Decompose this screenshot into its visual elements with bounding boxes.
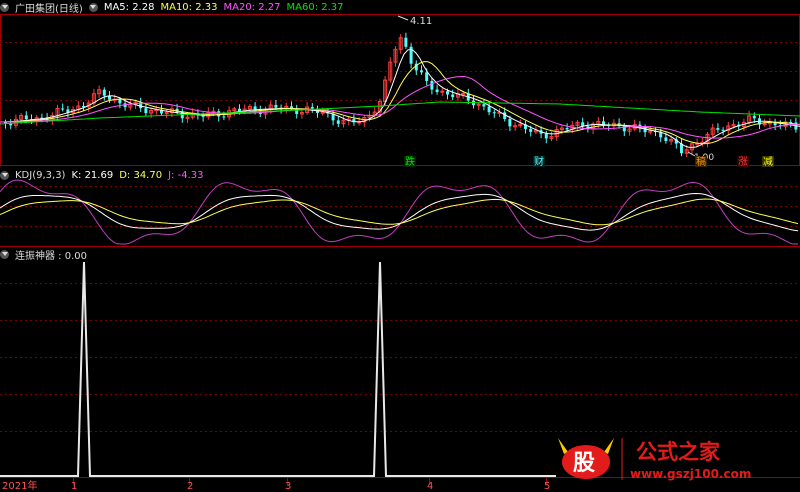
candle-body [716, 128, 720, 130]
candle-body [274, 104, 278, 108]
x-axis-month-2: 2 [187, 481, 193, 492]
watermark-title: 公式之家 [636, 440, 721, 464]
marker-zhang: 涨 [738, 156, 748, 168]
candle-body [476, 103, 481, 106]
watermark-url: www.gszj100.com [630, 467, 751, 481]
panel-frames [0, 14, 800, 478]
candle-body [451, 94, 455, 98]
candle-body [529, 128, 533, 132]
marker-jian: 减 [763, 156, 773, 168]
x-axis: 2021年 1 2 3 4 5 [2, 478, 550, 492]
candle-body [164, 112, 169, 115]
candle-body [118, 99, 122, 104]
candle-body [446, 91, 449, 95]
candle-body [508, 118, 512, 127]
candle-body [404, 37, 408, 47]
candle-body [482, 104, 486, 107]
marker-gao: 稿 [696, 155, 706, 168]
watermark-glyph: 股 [573, 451, 595, 476]
x-axis-month-1: 1 [71, 481, 77, 492]
candle-body [102, 89, 106, 96]
kdj-lines [0, 179, 799, 245]
candle-body [310, 107, 314, 109]
oscillator-line [0, 261, 556, 477]
marker-cai: 财 [534, 155, 544, 168]
candlestick-series [4, 32, 798, 157]
x-axis-month-4: 4 [427, 481, 433, 492]
x-axis-month-3: 3 [285, 481, 291, 492]
candle-body [217, 111, 221, 117]
candle-body [425, 72, 429, 81]
oscillator-spikes [0, 261, 556, 477]
x-axis-month-5: 5 [544, 481, 550, 492]
candle-body [762, 123, 767, 126]
horn-right-icon [604, 438, 614, 454]
watermark: 股 公式之家 www.gszj100.com [554, 432, 794, 484]
ma-lines [0, 48, 800, 149]
candle-body [544, 133, 548, 139]
kdj-d-line [0, 198, 799, 226]
stock-chart[interactable]: 4.11 1.90 跌 财 稿 涨 减 2021年 1 2 3 4 5 [0, 0, 800, 492]
horn-left-icon [558, 438, 568, 454]
marker-die: 跌 [405, 155, 415, 168]
candle-body [238, 108, 241, 112]
candle-body [24, 115, 28, 120]
candle-body [487, 106, 491, 113]
event-markers: 跌 财 稿 涨 减 [404, 155, 774, 168]
candle-body [664, 137, 668, 141]
candle-body [222, 116, 226, 118]
candle-body [435, 89, 439, 92]
candle-body [144, 108, 148, 114]
candle-body [61, 108, 65, 110]
candle-body [565, 128, 569, 130]
candle-body [430, 80, 434, 90]
high-price-label: 4.11 [410, 16, 432, 27]
candle-body [320, 111, 325, 114]
candle-body [461, 92, 466, 95]
candle-body [721, 129, 725, 131]
x-axis-year: 2021年 [2, 479, 37, 492]
candle-body [336, 120, 340, 124]
candle-body [440, 90, 445, 93]
candle-body [492, 112, 496, 114]
candle-body [420, 70, 423, 73]
candle-body [752, 115, 756, 119]
candle-body [513, 125, 518, 128]
high-annotation: 4.11 [397, 15, 432, 27]
kdj-j-line [0, 179, 798, 245]
